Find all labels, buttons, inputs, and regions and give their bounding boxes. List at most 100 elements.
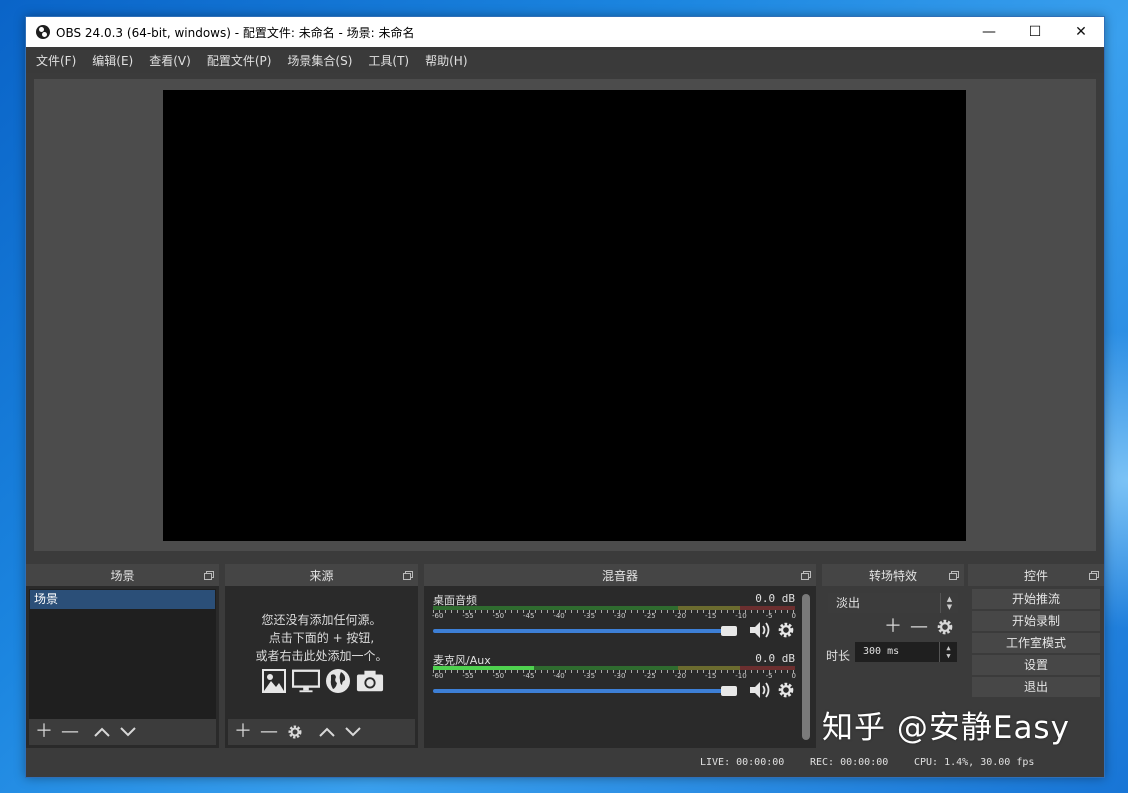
mixer-dock: 混音器 桌面音频 0.0 dB -60 -55 -50 -45 -40 -35 … bbox=[424, 564, 816, 748]
scale-label: -20 bbox=[674, 612, 687, 620]
scale-label: -40 bbox=[553, 672, 565, 680]
start-recording-button[interactable]: 开始录制 bbox=[972, 611, 1100, 631]
source-properties-button[interactable] bbox=[284, 721, 306, 743]
track-db: 0.0 dB bbox=[755, 652, 795, 665]
scale-label: -15 bbox=[704, 612, 717, 620]
speaker-icon[interactable] bbox=[749, 681, 771, 699]
scenes-title: 场景 bbox=[110, 568, 135, 583]
scale-label: -50 bbox=[492, 672, 505, 680]
globe-icon bbox=[324, 667, 352, 695]
duration-input[interactable]: 300 ms ▲ ▼ bbox=[855, 642, 957, 662]
transition-properties-button[interactable] bbox=[934, 616, 956, 638]
track-icons bbox=[749, 681, 795, 699]
volume-slider-handle[interactable] bbox=[721, 626, 737, 636]
menu-scene-collection[interactable]: 场景集合(S) bbox=[279, 52, 360, 69]
start-streaming-button[interactable]: 开始推流 bbox=[972, 589, 1100, 609]
speaker-icon[interactable] bbox=[749, 621, 771, 639]
preview-canvas[interactable] bbox=[163, 90, 966, 541]
scale-label: -30 bbox=[613, 672, 626, 680]
transition-select[interactable]: 淡出 ▲ ▼ bbox=[828, 593, 958, 613]
menu-help[interactable]: 帮助(H) bbox=[417, 52, 475, 69]
scale-label: -15 bbox=[704, 672, 717, 680]
mixer-scrollbar[interactable] bbox=[802, 592, 810, 742]
float-dock-icon[interactable] bbox=[403, 571, 413, 580]
meter-scale: -60 -55 -50 -45 -40 -35 -30 -25 -20 -15 … bbox=[431, 612, 797, 622]
gear-icon bbox=[288, 725, 302, 739]
menu-view[interactable]: 查看(V) bbox=[141, 52, 199, 69]
sources-dock: 来源 您还没有添加任何源。 点击下面的 + 按钮, 或者右击此处添加一个。 ＋ … bbox=[225, 564, 418, 748]
scale-label: -25 bbox=[644, 612, 656, 620]
scale-label: -35 bbox=[583, 612, 596, 620]
minimize-button[interactable]: — bbox=[966, 17, 1012, 47]
remove-transition-button[interactable]: — bbox=[908, 616, 930, 638]
menu-profile[interactable]: 配置文件(P) bbox=[199, 52, 280, 69]
gear-icon[interactable] bbox=[777, 681, 795, 699]
transitions-dock-header: 转场特效 bbox=[822, 564, 964, 586]
move-source-down-button[interactable] bbox=[342, 721, 364, 743]
move-source-up-button[interactable] bbox=[316, 721, 338, 743]
source-type-icons bbox=[228, 667, 415, 695]
title-bar[interactable]: OBS 24.0.3 (64-bit, windows) - 配置文件: 未命名… bbox=[26, 17, 1104, 47]
watermark: 知乎 @安静Easy bbox=[822, 710, 1070, 746]
mixer-scrollbar-thumb[interactable] bbox=[802, 594, 810, 740]
scale-label: -55 bbox=[462, 672, 474, 680]
volume-slider[interactable] bbox=[433, 686, 737, 696]
scale-label: -55 bbox=[462, 612, 474, 620]
transition-tools: ＋ — bbox=[882, 616, 956, 638]
monitor-icon bbox=[291, 667, 320, 695]
preview-area bbox=[34, 79, 1096, 551]
close-button[interactable]: ✕ bbox=[1058, 17, 1104, 47]
scale-label: -10 bbox=[735, 672, 747, 680]
add-scene-button[interactable]: ＋ bbox=[33, 721, 55, 743]
mixer-track-mic: 麦克风/Aux 0.0 dB -60 -55 -50 -45 -40 -35 -… bbox=[431, 652, 797, 712]
chevron-up-icon bbox=[94, 727, 110, 737]
scale-label: -25 bbox=[644, 672, 656, 680]
volume-slider[interactable] bbox=[433, 626, 737, 636]
duration-label: 时长 bbox=[826, 649, 851, 663]
cpu-status: CPU: 1.4%, 30.00 fps bbox=[914, 757, 1035, 768]
scale-label: -10 bbox=[735, 612, 747, 620]
mixer-dock-header: 混音器 bbox=[424, 564, 816, 586]
chevron-down-icon bbox=[345, 727, 361, 737]
scale-label: -50 bbox=[492, 612, 505, 620]
move-scene-up-button[interactable] bbox=[91, 721, 113, 743]
scale-label: -40 bbox=[553, 612, 565, 620]
meter-scale: -60 -55 -50 -45 -40 -35 -30 -25 -20 -15 … bbox=[431, 672, 797, 682]
menu-file[interactable]: 文件(F) bbox=[28, 52, 84, 69]
float-dock-icon[interactable] bbox=[949, 571, 959, 580]
controls-dock-header: 控件 bbox=[968, 564, 1104, 586]
settings-button[interactable]: 设置 bbox=[972, 655, 1100, 675]
scenes-dock-header: 场景 bbox=[26, 564, 219, 586]
remove-scene-button[interactable]: — bbox=[59, 721, 81, 743]
empty-line-3: 或者右击此处添加一个。 bbox=[255, 649, 388, 663]
remove-source-button[interactable]: — bbox=[258, 721, 280, 743]
float-dock-icon[interactable] bbox=[801, 571, 811, 580]
float-dock-icon[interactable] bbox=[1089, 571, 1099, 580]
menu-bar: 文件(F) 编辑(E) 查看(V) 配置文件(P) 场景集合(S) 工具(T) … bbox=[26, 47, 1104, 73]
move-scene-down-button[interactable] bbox=[117, 721, 139, 743]
studio-mode-button[interactable]: 工作室模式 bbox=[972, 633, 1100, 653]
volume-slider-handle[interactable] bbox=[721, 686, 737, 696]
empty-line-1: 您还没有添加任何源。 bbox=[261, 613, 382, 627]
menu-tools[interactable]: 工具(T) bbox=[360, 52, 417, 69]
float-dock-icon[interactable] bbox=[204, 571, 214, 580]
menu-edit[interactable]: 编辑(E) bbox=[84, 52, 141, 69]
transition-selected-value: 淡出 bbox=[836, 596, 861, 610]
maximize-button[interactable]: ☐ bbox=[1012, 17, 1058, 47]
chevron-down-icon bbox=[120, 727, 136, 737]
scale-label: -30 bbox=[613, 612, 626, 620]
sources-empty-message: 您还没有添加任何源。 点击下面的 + 按钮, 或者右击此处添加一个。 bbox=[228, 611, 415, 665]
scenes-toolbar: ＋ — bbox=[29, 719, 216, 745]
scene-list-item[interactable]: 场景 bbox=[30, 590, 215, 609]
image-icon bbox=[260, 667, 288, 695]
status-bar: LIVE: 00:00:00 REC: 00:00:00 CPU: 1.4%, … bbox=[26, 751, 1104, 777]
add-transition-button[interactable]: ＋ bbox=[882, 616, 904, 638]
controls-title: 控件 bbox=[1023, 568, 1048, 583]
spin-arrows-icon[interactable]: ▲ ▼ bbox=[939, 642, 957, 662]
exit-button[interactable]: 退出 bbox=[972, 677, 1100, 697]
scale-label: -35 bbox=[583, 672, 596, 680]
sources-dock-header: 来源 bbox=[225, 564, 418, 586]
gear-icon[interactable] bbox=[777, 621, 795, 639]
scale-label: -60 bbox=[432, 672, 444, 680]
add-source-button[interactable]: ＋ bbox=[232, 721, 254, 743]
